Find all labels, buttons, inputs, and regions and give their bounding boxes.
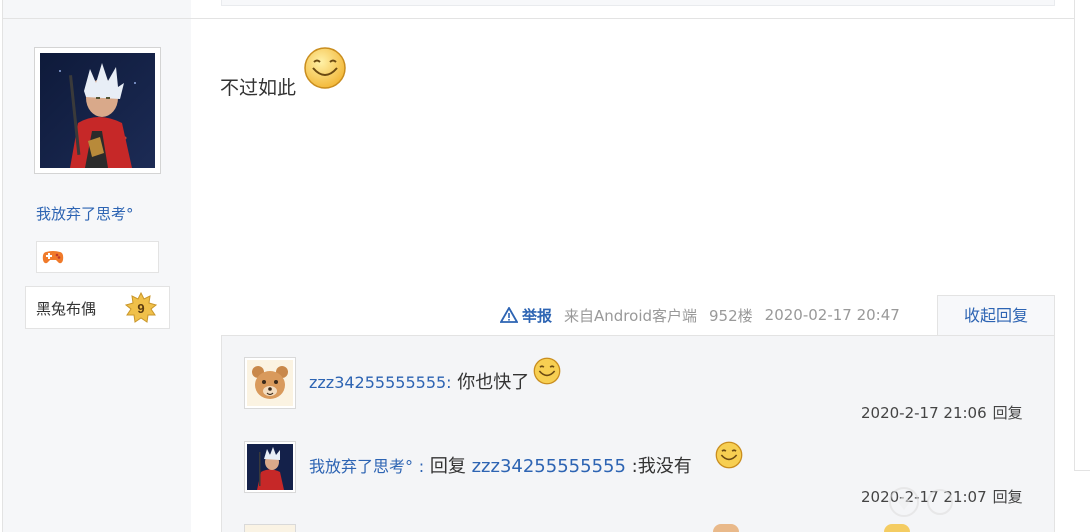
reply-target-link[interactable]: zzz34255555555 <box>472 456 626 477</box>
level-title: 黑兔布偶 <box>36 300 97 318</box>
level-number: 9 <box>137 301 144 316</box>
star-level-icon: 9 <box>125 292 157 323</box>
reply-avatar[interactable] <box>244 357 296 409</box>
reply-separator: : <box>418 457 425 476</box>
reply-time: 2020-2-17 21:06 <box>861 404 987 422</box>
post-floor: 952楼 <box>709 306 753 325</box>
reply-text: 你也快了 <box>457 372 530 393</box>
post-tail-bar: 举报 来自Android客户端 952楼 2020-02-17 20:47 <box>500 302 912 328</box>
smile-emoji-icon <box>304 47 346 89</box>
collapse-replies-button[interactable]: 收起回复 <box>937 295 1055 336</box>
reply-content: 我放弃了思考° : 回复 zzz34255555555 :我没有 <box>309 452 692 478</box>
smile-emoji-icon <box>715 441 743 469</box>
poster-username[interactable]: 我放弃了思考° <box>36 203 134 224</box>
reply-prefix: 回复 <box>429 456 466 477</box>
reply-avatar[interactable] <box>244 524 296 532</box>
smile-emoji-icon <box>533 357 561 385</box>
reply-separator: : <box>446 373 452 392</box>
reply-username[interactable]: zzz34255555555 <box>309 373 446 392</box>
archer-avatar-image <box>247 444 293 490</box>
warning-triangle-icon <box>500 307 518 323</box>
reply-avatar[interactable] <box>244 441 296 493</box>
previous-reply-box-edge <box>221 0 1055 6</box>
reply-text: :我没有 <box>631 456 692 477</box>
reply-content: zzz34255555555: 你也快了 <box>309 368 529 394</box>
user-column-divider <box>3 18 191 19</box>
user-badge-box <box>36 241 159 273</box>
post-datetime: 2020-02-17 20:47 <box>764 306 900 324</box>
bear-avatar-image <box>247 360 293 406</box>
reply-meta: 2020-2-17 21:06 回复 <box>861 402 1023 423</box>
reply-username[interactable]: 我放弃了思考° <box>309 457 413 476</box>
reply-button[interactable]: 回复 <box>993 404 1023 422</box>
avatar-image <box>40 53 155 168</box>
game-controller-icon[interactable] <box>42 249 64 265</box>
report-label: 举报 <box>522 306 553 325</box>
user-level-box[interactable]: 黑兔布偶 9 <box>25 286 170 329</box>
post-divider <box>191 18 1074 19</box>
emoji-icon <box>713 524 739 532</box>
report-button[interactable]: 举报 <box>500 305 552 326</box>
user-avatar[interactable] <box>34 47 161 174</box>
watermark-logo <box>889 487 953 517</box>
post-text: 不过如此 <box>220 77 297 99</box>
frame-right-border-tail <box>1074 470 1090 471</box>
frame-right-border <box>1074 0 1075 470</box>
post-source[interactable]: 来自Android客户端 <box>564 305 697 326</box>
